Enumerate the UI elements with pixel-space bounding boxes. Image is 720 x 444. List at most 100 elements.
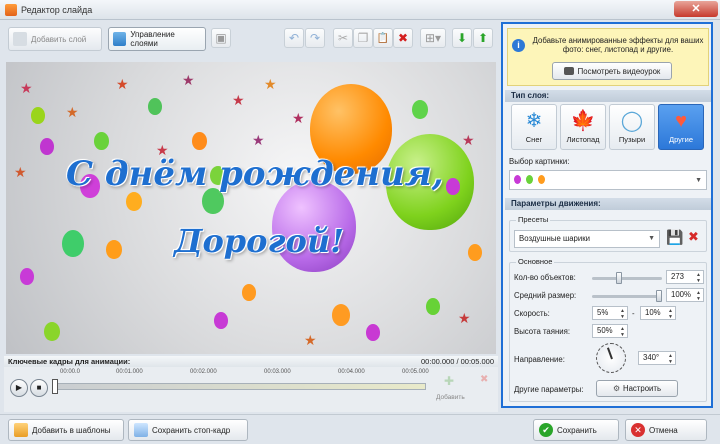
layer-type-leaves[interactable]: 🍁 Листопад <box>560 104 606 150</box>
move-down-button[interactable]: ⬇ <box>452 28 472 48</box>
star-decoration: ★ <box>20 80 33 96</box>
manage-layers-label: Управление слоями <box>130 30 175 48</box>
star-decoration: ★ <box>458 310 471 326</box>
configure-label: Настроить <box>622 384 662 393</box>
size-value: 100% <box>671 290 691 299</box>
spinner-icon: ▲ ▼ <box>668 308 673 320</box>
cancel-icon: ✕ <box>631 423 645 437</box>
redo-button[interactable]: ↷ <box>305 28 325 48</box>
layer-type-snow[interactable]: ❄ Снег <box>511 104 557 150</box>
other-params-label: Другие параметры: <box>514 385 584 394</box>
toolbar: Добавить слой Управление слоями ▣ ↶ ↷ ✂ … <box>0 20 500 58</box>
slider-knob[interactable] <box>616 272 622 284</box>
layer-type-label: Пузыри <box>618 135 646 144</box>
remove-keyframe-icon[interactable]: ✖ <box>480 374 488 385</box>
stop-button[interactable]: ■ <box>30 379 48 397</box>
timeline-time: 00:00.000 / 00:05.000 <box>421 357 494 366</box>
speed-range-dash: - <box>632 309 635 318</box>
size-slider[interactable] <box>592 290 662 302</box>
delete-button[interactable]: ✖ <box>393 28 413 48</box>
star-decoration: ★ <box>304 332 317 348</box>
add-layer-button[interactable]: Добавить слой <box>8 27 102 51</box>
star-decoration: ★ <box>292 110 305 126</box>
count-input[interactable]: 273 ▲ ▼ <box>666 270 704 284</box>
small-balloon <box>94 132 109 150</box>
speed-max-input[interactable]: 10% ▲ ▼ <box>640 306 676 320</box>
copy-button[interactable]: ❐ <box>353 28 373 48</box>
timeline-title: Ключевые кадры для анимации: <box>8 357 131 366</box>
bottom-bar: Добавить в шаблоны Сохранить стоп-кадр ✔… <box>0 414 720 444</box>
tick-label: 00:04.000 <box>338 369 365 375</box>
align-dropdown-icon[interactable]: ⊞▾ <box>420 28 446 48</box>
small-balloon <box>44 322 60 341</box>
tip-box: i Добавьте анимированные эффекты для ваш… <box>507 28 709 86</box>
small-balloon <box>192 132 207 150</box>
slide-editor-window: Редактор слайда ✕ Добавить слой Управлен… <box>0 0 720 444</box>
configure-button[interactable]: ⚙ Настроить <box>596 380 678 397</box>
greeting-line-1[interactable]: С днём рождения, <box>66 154 444 194</box>
preset-value: Воздушные шарики <box>519 234 591 243</box>
direction-input[interactable]: 340° ▲ ▼ <box>638 351 676 365</box>
timeline-header: Ключевые кадры для анимации: 00:00.000 /… <box>4 356 498 367</box>
play-button[interactable]: ▶ <box>10 379 28 397</box>
preset-select[interactable]: Воздушные шарики ▼ <box>514 230 660 248</box>
slide-canvas[interactable]: ★ ★ ★ ★ ★ ★ ★ ★ ★ ★ ★ ★ ★ С днём рождени… <box>6 62 496 354</box>
star-decoration: ★ <box>252 132 265 148</box>
speed-min-value: 5% <box>597 308 609 317</box>
close-window-button[interactable]: ✕ <box>674 1 718 17</box>
picture-select-label: Выбор картинки: <box>509 157 570 166</box>
snowflake-icon: ❄ <box>525 110 543 132</box>
direction-dial[interactable] <box>596 343 626 373</box>
melt-height-input[interactable]: 50% ▲ ▼ <box>592 324 628 338</box>
star-decoration: ★ <box>182 72 195 88</box>
gear-icon: ⚙ <box>612 384 620 393</box>
manage-layers-button[interactable]: Управление слоями <box>108 27 206 51</box>
move-up-button[interactable]: ⬆ <box>473 28 493 48</box>
cut-button[interactable]: ✂ <box>333 28 353 48</box>
star-decoration: ★ <box>462 132 475 148</box>
save-preset-icon[interactable]: 💾 <box>666 229 683 246</box>
small-balloon <box>62 230 84 257</box>
watch-video-button[interactable]: Посмотреть видеоурок <box>552 62 672 80</box>
timeline-track[interactable] <box>52 379 426 394</box>
speed-min-input[interactable]: 5% ▲ ▼ <box>592 306 628 320</box>
save-frame-button[interactable]: Сохранить стоп-кадр <box>128 419 248 441</box>
small-balloon <box>106 240 122 259</box>
tick-label: 00:00.0 <box>60 369 81 375</box>
melt-height-label: Высота таяния: <box>514 327 571 336</box>
template-icon <box>14 423 28 437</box>
greeting-line-2[interactable]: Дорогой! <box>174 222 344 260</box>
paste-button[interactable]: 📋 <box>373 28 393 48</box>
tick-label: 00:02.000 <box>190 369 217 375</box>
small-balloon <box>126 192 142 211</box>
speed-max-value: 10% <box>645 308 661 317</box>
add-layer-icon <box>13 32 27 46</box>
keyframe-timeline: Ключевые кадры для анимации: 00:00.000 /… <box>4 356 498 412</box>
save-button[interactable]: ✔ Сохранить <box>533 419 619 441</box>
picture-select[interactable]: ▼ <box>509 170 707 190</box>
green-balloon-icon <box>526 175 534 184</box>
slider-knob[interactable] <box>656 290 662 302</box>
direction-label: Направление: <box>514 355 565 364</box>
layer-type-other[interactable]: ♥ Другие <box>658 104 704 150</box>
add-to-templates-label: Добавить в шаблоны <box>32 425 111 435</box>
star-decoration: ★ <box>232 92 245 108</box>
add-keyframe-icon[interactable]: ✚ <box>444 374 454 388</box>
star-decoration: ★ <box>66 104 79 120</box>
undo-button[interactable]: ↶ <box>284 28 304 48</box>
layer-type-bubbles[interactable]: ◯ Пузыри <box>609 104 655 150</box>
delete-preset-icon[interactable]: ✖ <box>688 229 699 245</box>
count-value: 273 <box>671 272 685 281</box>
count-slider[interactable] <box>592 272 662 284</box>
layer-type-header: Тип слоя: <box>505 90 711 102</box>
cancel-button[interactable]: ✕ Отмена <box>625 419 707 441</box>
camera-icon[interactable]: ▣ <box>211 28 231 48</box>
add-to-templates-button[interactable]: Добавить в шаблоны <box>8 419 124 441</box>
add-layer-label: Добавить слой <box>31 34 87 44</box>
timeline-playhead[interactable] <box>52 379 58 394</box>
size-input[interactable]: 100% ▲ ▼ <box>666 288 704 302</box>
tick-label: 00:05.000 <box>402 369 429 375</box>
basic-group: Основное Кол-во объектов: 273 ▲ ▼ Средний … <box>509 257 707 402</box>
save-frame-label: Сохранить стоп-кадр <box>152 425 231 435</box>
info-icon: i <box>512 39 525 52</box>
